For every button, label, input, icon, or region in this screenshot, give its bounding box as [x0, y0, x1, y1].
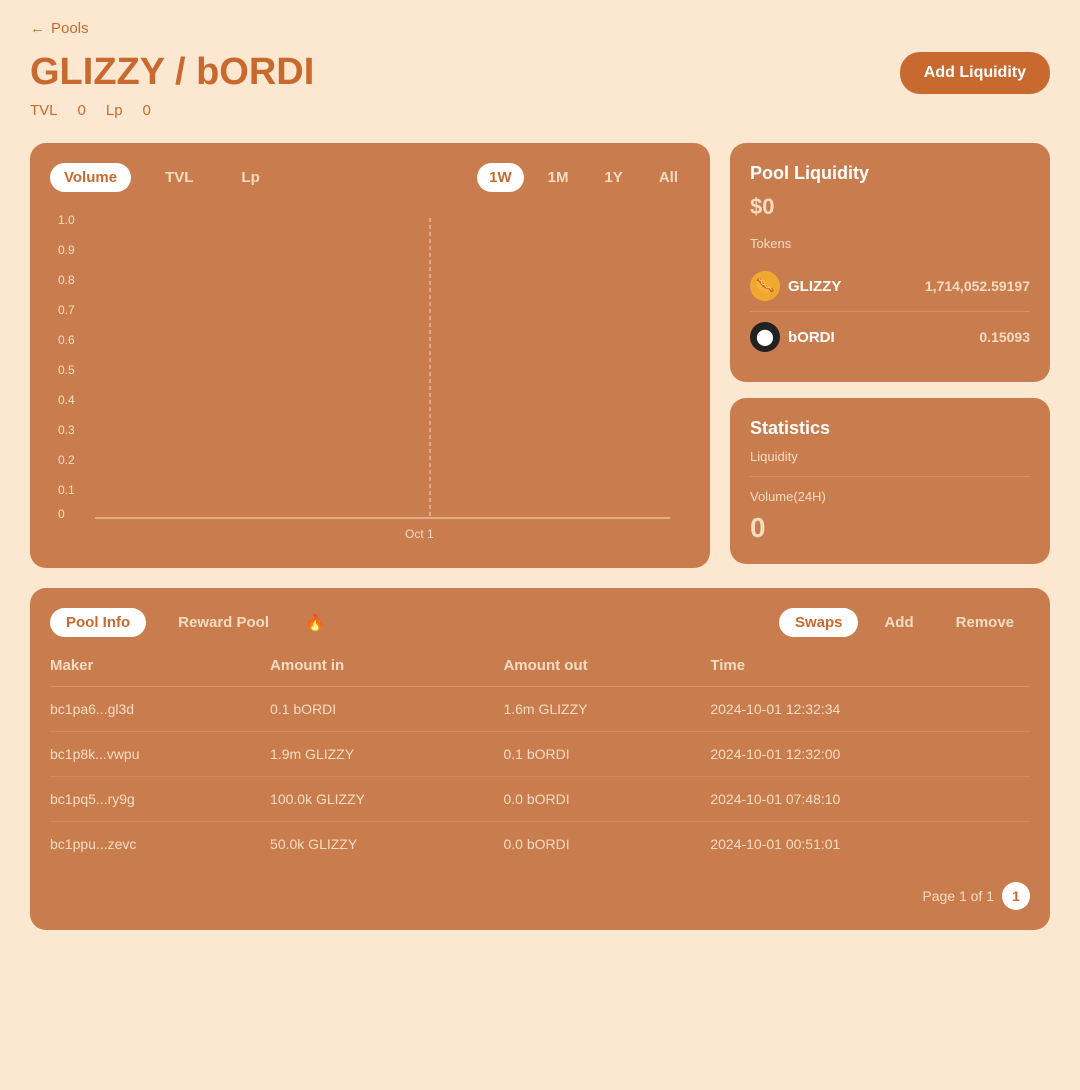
svg-text:0.2: 0.2 — [58, 453, 75, 467]
tvl-value: 0 — [78, 102, 86, 119]
cell-maker: bc1ppu...zevc — [50, 822, 270, 867]
stat-divider — [750, 476, 1030, 477]
col-maker: Maker — [50, 657, 270, 687]
cell-amount-out: 0.1 bORDI — [503, 732, 710, 777]
cell-time: 2024-10-01 12:32:34 — [710, 687, 1030, 732]
svg-text:0.9: 0.9 — [58, 243, 75, 257]
svg-text:Oct 1: Oct 1 — [405, 527, 434, 541]
table-row: bc1pq5...ry9g 100.0k GLIZZY 0.0 bORDI 20… — [50, 777, 1030, 822]
chart-tab-tvl[interactable]: TVL — [151, 163, 207, 192]
chart-tab-lp[interactable]: Lp — [227, 163, 273, 192]
chart-area: 1.0 0.9 0.8 0.7 0.6 0.5 0.4 0.3 0.2 0.1 … — [50, 208, 690, 548]
pagination: Page 1 of 1 1 — [50, 882, 1030, 910]
cell-amount-out: 0.0 bORDI — [503, 822, 710, 867]
cell-amount-out: 0.0 bORDI — [503, 777, 710, 822]
table-tabs: Pool Info Reward Pool 🔥 Swaps Add Remove — [50, 608, 1030, 637]
tab-swaps[interactable]: Swaps — [779, 608, 859, 637]
cell-amount-in: 0.1 bORDI — [270, 687, 503, 732]
bordi-amount: 0.15093 — [979, 329, 1030, 345]
liquidity-amount: $0 — [750, 194, 1030, 220]
fire-icon: 🔥 — [305, 613, 325, 633]
bordi-icon: ⬤ — [750, 322, 780, 352]
svg-text:0.4: 0.4 — [58, 393, 75, 407]
time-tab-1w[interactable]: 1W — [477, 163, 524, 192]
chart-tab-volume[interactable]: Volume — [50, 163, 131, 192]
pool-title: GLIZZY / bORDI — [30, 51, 314, 94]
back-nav[interactable]: ← Pools — [30, 20, 1050, 37]
tokens-label: Tokens — [750, 236, 1030, 251]
tab-pool-info[interactable]: Pool Info — [50, 608, 146, 637]
bottom-table-card: Pool Info Reward Pool 🔥 Swaps Add Remove… — [30, 588, 1050, 930]
svg-text:0.1: 0.1 — [58, 483, 75, 497]
back-arrow-icon: ← — [30, 20, 45, 37]
cell-maker: bc1p8k...vwpu — [50, 732, 270, 777]
chart-svg: 1.0 0.9 0.8 0.7 0.6 0.5 0.4 0.3 0.2 0.1 … — [50, 208, 690, 548]
lp-value: 0 — [143, 102, 151, 119]
token-info-bordi: ⬤ bORDI — [750, 322, 835, 352]
svg-text:0.5: 0.5 — [58, 363, 75, 377]
token-info-glizzy: 🌭 GLIZZY — [750, 271, 841, 301]
token-row-bordi: ⬤ bORDI 0.15093 — [750, 312, 1030, 362]
lp-label: Lp — [106, 102, 123, 119]
tab-remove[interactable]: Remove — [940, 608, 1030, 637]
cell-time: 2024-10-01 12:32:00 — [710, 732, 1030, 777]
statistics-title: Statistics — [750, 418, 1030, 439]
table-row: bc1p8k...vwpu 1.9m GLIZZY 0.1 bORDI 2024… — [50, 732, 1030, 777]
tab-add[interactable]: Add — [868, 608, 929, 637]
col-amount-out: Amount out — [503, 657, 710, 687]
glizzy-name: GLIZZY — [788, 278, 841, 295]
table-row: bc1ppu...zevc 50.0k GLIZZY 0.0 bORDI 202… — [50, 822, 1030, 867]
pagination-label: Page 1 of 1 — [922, 888, 994, 904]
swaps-table: Maker Amount in Amount out Time bc1pa6..… — [50, 657, 1030, 866]
right-tab-group: Swaps Add Remove — [779, 608, 1030, 637]
cell-amount-in: 1.9m GLIZZY — [270, 732, 503, 777]
right-sidebar: Pool Liquidity $0 Tokens 🌭 GLIZZY 1,714,… — [730, 143, 1050, 568]
chart-card: Volume TVL Lp 1W 1M 1Y All 1.0 0.9 0.8 0… — [30, 143, 710, 568]
cell-amount-in: 100.0k GLIZZY — [270, 777, 503, 822]
cell-amount-in: 50.0k GLIZZY — [270, 822, 503, 867]
pool-liquidity-card: Pool Liquidity $0 Tokens 🌭 GLIZZY 1,714,… — [730, 143, 1050, 382]
tvl-label: TVL — [30, 102, 58, 119]
col-amount-in: Amount in — [270, 657, 503, 687]
svg-text:0: 0 — [58, 507, 65, 521]
svg-text:1.0: 1.0 — [58, 213, 75, 227]
table-row: bc1pa6...gl3d 0.1 bORDI 1.6m GLIZZY 2024… — [50, 687, 1030, 732]
col-time: Time — [710, 657, 1030, 687]
tab-reward-pool[interactable]: Reward Pool — [162, 608, 285, 637]
glizzy-amount: 1,714,052.59197 — [925, 278, 1030, 294]
current-page-number[interactable]: 1 — [1002, 882, 1030, 910]
liquidity-stat-label: Liquidity — [750, 449, 1030, 464]
table-body: bc1pa6...gl3d 0.1 bORDI 1.6m GLIZZY 2024… — [50, 687, 1030, 867]
pool-liquidity-title: Pool Liquidity — [750, 163, 1030, 184]
glizzy-icon: 🌭 — [750, 271, 780, 301]
svg-text:0.7: 0.7 — [58, 303, 75, 317]
volume-stat-value: 0 — [750, 512, 1030, 544]
chart-tabs: Volume TVL Lp 1W 1M 1Y All — [50, 163, 690, 192]
main-area: Volume TVL Lp 1W 1M 1Y All 1.0 0.9 0.8 0… — [30, 143, 1050, 568]
back-label: Pools — [51, 20, 89, 37]
tvl-row: TVL 0 Lp 0 — [30, 102, 1050, 119]
cell-maker: bc1pq5...ry9g — [50, 777, 270, 822]
bordi-name: bORDI — [788, 329, 835, 346]
cell-amount-out: 1.6m GLIZZY — [503, 687, 710, 732]
svg-text:0.3: 0.3 — [58, 423, 75, 437]
chart-time-tabs: 1W 1M 1Y All — [477, 163, 690, 192]
svg-text:0.6: 0.6 — [58, 333, 75, 347]
page-header: GLIZZY / bORDI Add Liquidity — [30, 51, 1050, 94]
cell-maker: bc1pa6...gl3d — [50, 687, 270, 732]
time-tab-1m[interactable]: 1M — [536, 163, 581, 192]
add-liquidity-button[interactable]: Add Liquidity — [900, 52, 1050, 94]
time-tab-all[interactable]: All — [647, 163, 690, 192]
time-tab-1y[interactable]: 1Y — [592, 163, 634, 192]
statistics-card: Statistics Liquidity Volume(24H) 0 — [730, 398, 1050, 564]
cell-time: 2024-10-01 07:48:10 — [710, 777, 1030, 822]
token-row-glizzy: 🌭 GLIZZY 1,714,052.59197 — [750, 261, 1030, 312]
table-header: Maker Amount in Amount out Time — [50, 657, 1030, 687]
volume-stat-label: Volume(24H) — [750, 489, 1030, 504]
svg-text:0.8: 0.8 — [58, 273, 75, 287]
cell-time: 2024-10-01 00:51:01 — [710, 822, 1030, 867]
